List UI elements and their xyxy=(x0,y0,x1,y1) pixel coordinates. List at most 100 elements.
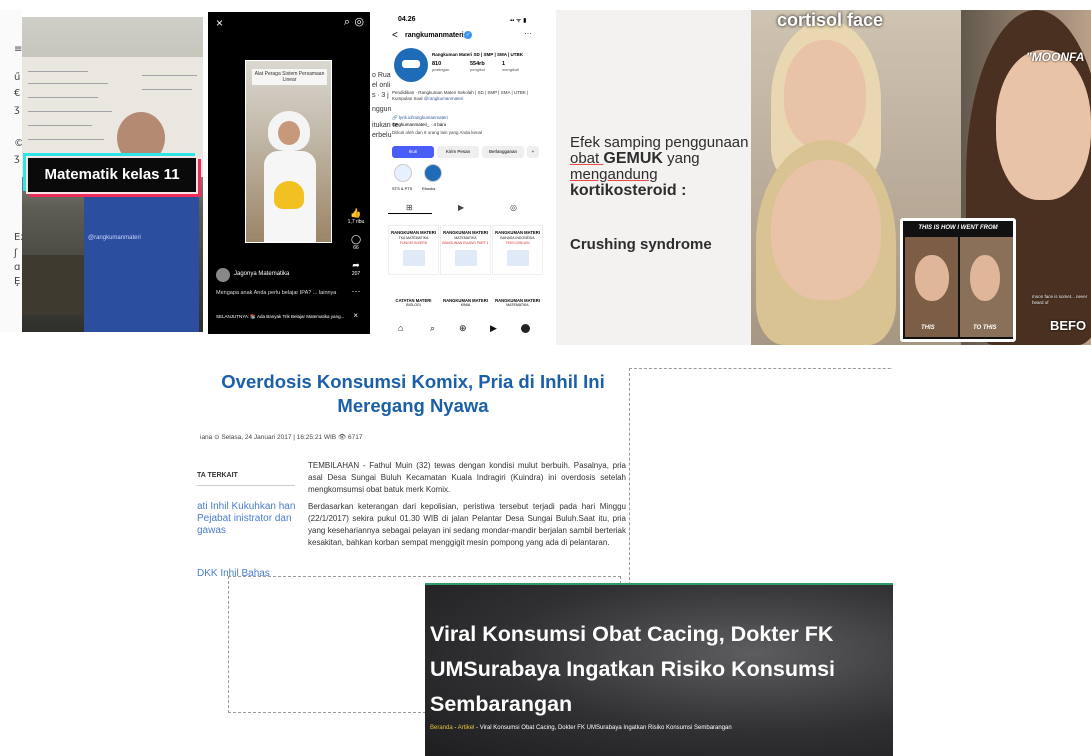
ad-placeholder xyxy=(629,368,893,605)
strip-glyph: Ȩ xyxy=(14,276,21,287)
status-icons: ▪▪ ᯤ ▮ xyxy=(510,18,527,24)
reels-icon[interactable]: ▶ xyxy=(490,323,497,334)
breadcrumb-section[interactable]: Artikel xyxy=(458,725,475,731)
share-button[interactable]: ➦ 207 xyxy=(346,260,366,277)
mutual-followers[interactable]: Diikuti oleh dan 8 orang lain yang Anda … xyxy=(392,130,547,135)
divider xyxy=(197,485,295,486)
camera-icon[interactable]: ◎ xyxy=(354,15,364,28)
breadcrumb-current: - Viral Konsumsi Obat Cacing, Dokter FK … xyxy=(474,725,732,731)
illustration-icon xyxy=(402,250,425,266)
close-icon[interactable]: × xyxy=(353,311,358,320)
active-tab-indicator xyxy=(388,213,432,214)
comment-icon: ◯ xyxy=(350,234,362,244)
profile-link[interactable]: 🔗 lynk.id/rangkumanmateri xyxy=(392,115,448,121)
comment-button[interactable]: ◯ 66 xyxy=(346,234,366,251)
stat-following[interactable]: 1 mengikuti xyxy=(502,61,519,72)
cortisol-caption: cortisol face xyxy=(777,10,884,30)
before-after-inset: THIS IS HOW I WENT FROM THIS TO THIS xyxy=(900,218,1016,342)
post-card[interactable]: RANGKUMAN MATERI MATEMATIKA xyxy=(492,298,543,318)
add-person-button[interactable]: + xyxy=(527,146,539,158)
stat-label: mengikuti xyxy=(502,67,520,72)
background-text: o Rua xyxy=(372,72,391,79)
account-name[interactable]: Jagonya Matematika xyxy=(234,271,289,277)
reel-viewer: × ⌕ ◎ Alat Peraga Sistem Persamaan Linea… xyxy=(208,12,370,334)
add-post-icon[interactable]: ⊕ xyxy=(459,323,467,334)
post-title: RANGKUMAN MATERI xyxy=(495,230,540,235)
strip-glyph: ű xyxy=(14,72,21,83)
video-thumbnail-math-class[interactable]: Matematik kelas 11 @rangkumanmateri xyxy=(22,17,203,332)
inset-label: THIS xyxy=(921,325,935,331)
instagram-profile: o Rua el onli s ∙ 3 j nggun itukan te er… xyxy=(370,10,556,342)
video-caption-box: Matematik kelas 11 xyxy=(26,156,198,194)
more-icon[interactable]: ··· xyxy=(524,29,532,38)
inset-face xyxy=(915,255,949,301)
cortisol-face-post[interactable]: Efek samping penggunaan obat GEMUK yang … xyxy=(556,10,1091,345)
post-card[interactable]: RANGKUMAN MATERI KIMIA xyxy=(440,298,491,318)
post-card[interactable]: RANGKUMAN MATERI BAHASA INDONESIA TEKS D… xyxy=(492,225,543,275)
stat-label: pengikut xyxy=(470,67,486,72)
reel-video-frame[interactable]: Alat Peraga Sistem Persamaan Linear xyxy=(245,60,332,243)
post-card[interactable]: RANGKUMAN MATERI MATEMATIKA BANGUNAN RUA… xyxy=(440,225,491,275)
background-text: el onli xyxy=(372,82,391,89)
bio-handle: @rangkumanmateri xyxy=(423,96,464,101)
strip-glyph: ʒ xyxy=(14,104,20,115)
paragraph: Berdasarkan keterangan dari kepolisian, … xyxy=(308,502,626,547)
post-title: RANGKUMAN MATERI xyxy=(443,230,488,235)
face-right xyxy=(996,50,1091,200)
yellow-prop xyxy=(274,181,304,209)
article-banner[interactable]: Viral Konsumsi Obat Cacing, Dokter FK UM… xyxy=(425,583,893,756)
post-subject: MATEMATIKA xyxy=(454,236,477,240)
status-time: 04.26 xyxy=(398,16,416,23)
face-top xyxy=(784,40,866,150)
threads-badge[interactable]: rangkumanmateri_ · 4 baru xyxy=(392,122,446,127)
like-button[interactable]: 👍 1,7 ribu xyxy=(346,208,366,225)
message-button[interactable]: Kirim Pesan xyxy=(437,146,479,158)
post-card[interactable]: CATATAN MATERI BIOLOGI xyxy=(388,298,439,318)
post-card[interactable]: RANGKUMAN MATERI TKA MATEMATIKA FUNGSI I… xyxy=(388,225,439,275)
like-count: 1,7 ribu xyxy=(347,219,365,225)
breadcrumb-home[interactable]: Beranda xyxy=(430,725,453,731)
profile-bio: Pendidikan · Rangkuman Materi Sekolah | … xyxy=(392,90,542,102)
video-caption: Matematik kelas 11 xyxy=(44,166,180,183)
tab-reels[interactable]: ▶ xyxy=(458,203,464,212)
close-icon[interactable]: × xyxy=(216,16,223,30)
highlight-ebooks[interactable] xyxy=(424,164,442,182)
strip-glyph: ʒ xyxy=(14,153,20,164)
post-title: RANGKUMAN MATERI xyxy=(391,230,436,235)
highlight-sts[interactable] xyxy=(394,164,412,182)
related-link[interactable]: ati Inhil Kukuhkan han Pejabat inistrato… xyxy=(197,501,297,537)
back-icon[interactable]: < xyxy=(392,30,398,41)
overlay-text: moon face is somet... never heard of xyxy=(1032,294,1088,305)
home-icon[interactable]: ⌂ xyxy=(398,323,403,333)
background-text: nggun xyxy=(372,106,392,113)
reel-banner: Alat Peraga Sistem Persamaan Linear xyxy=(252,69,327,85)
syndrome-label: Crushing syndrome xyxy=(570,236,712,253)
verified-icon: ✓ xyxy=(464,31,472,39)
illustration-icon xyxy=(506,250,529,266)
strip-glyph: ɑ xyxy=(14,262,21,273)
subscribe-button[interactable]: Berlangganan xyxy=(482,146,524,158)
post-subject: BIOLOGI xyxy=(406,303,421,307)
profile-nav-avatar[interactable] xyxy=(521,324,530,333)
up-next-label[interactable]: SELANJUTNYA: 📚 Ada Banyak Trik Belajar M… xyxy=(216,314,358,320)
search-icon[interactable]: ⌕ xyxy=(430,323,435,334)
reel-caption[interactable]: Mengapa anak Anda perlu belajar IPA? ...… xyxy=(216,290,356,296)
post-topic: TEKS DISKUSI xyxy=(505,241,530,245)
inset-title: THIS IS HOW I WENT FROM xyxy=(918,225,998,231)
tab-tagged[interactable]: ◎ xyxy=(510,203,517,212)
avatar[interactable] xyxy=(394,48,428,82)
background-text: erbelu xyxy=(372,132,392,139)
stat-posts[interactable]: 810 postingan xyxy=(432,61,449,72)
text-line: mengandung xyxy=(570,166,658,183)
breadcrumb: Beranda - Artikel - Viral Konsumsi Obat … xyxy=(430,725,732,731)
post-subject: KIMIA xyxy=(460,303,471,307)
stat-followers[interactable]: 554rb pengikut xyxy=(470,61,485,72)
avatar[interactable] xyxy=(216,268,230,282)
follow-button[interactable]: Ikuti xyxy=(392,146,434,158)
strip-glyph: ʃ xyxy=(14,248,18,259)
related-link[interactable]: DKK Inhil Bahas xyxy=(197,568,297,577)
tab-grid[interactable]: ⊞ xyxy=(406,203,413,212)
watermark: @rangkumanmateri xyxy=(88,235,141,241)
search-icon[interactable]: ⌕ xyxy=(344,16,350,29)
post-subject: TKA MATEMATIKA xyxy=(398,236,429,240)
